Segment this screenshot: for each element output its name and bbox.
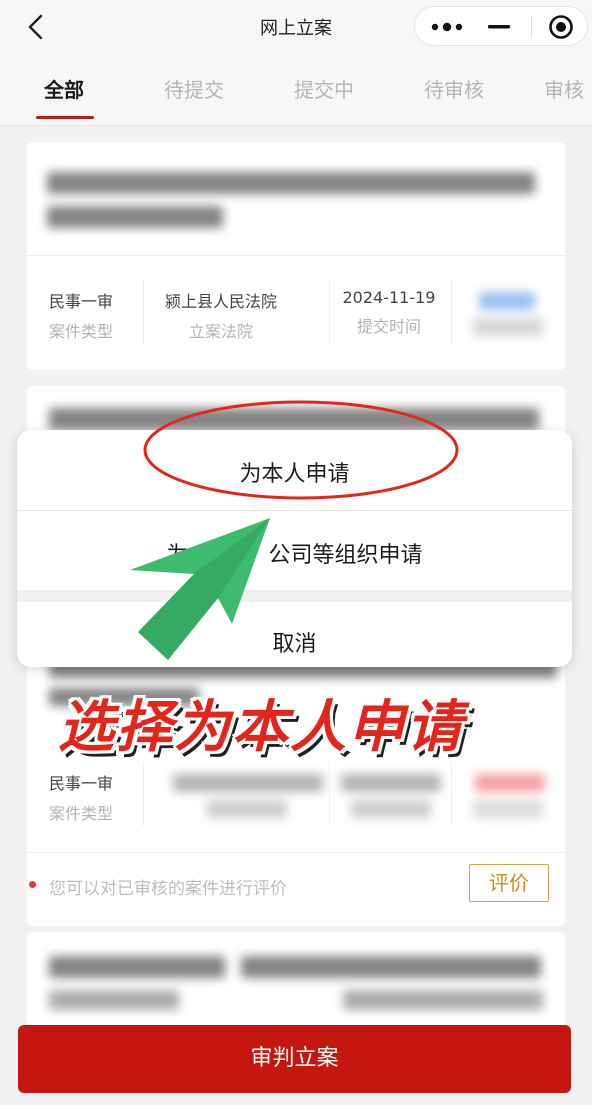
trial-filing-button[interactable]: 审判立案 [18, 1025, 571, 1093]
column-divider [143, 762, 144, 826]
blurred-submit-time [341, 774, 441, 792]
more-dots-icon[interactable] [419, 7, 475, 47]
blurred-review-result [475, 774, 545, 792]
minimize-icon[interactable] [471, 7, 527, 47]
submit-time-value: 2024-11-19 [342, 288, 436, 307]
blurred-case-title [49, 956, 225, 978]
case-info-row: 民事一审 案件类型 [27, 762, 565, 834]
sheet-gap [17, 590, 572, 602]
blurred-case-title [241, 956, 541, 978]
highlight-circle-annotation [143, 400, 459, 500]
mini-program-capsule [414, 6, 588, 46]
screen: 网上立案 全部 待提交 提交中 待审核 审核 民事一审 案件类型 颍上县人民法院… [0, 0, 592, 1105]
blurred-case-title-line2 [343, 990, 543, 1010]
court-column: 颍上县人民法院 立案法院 [161, 288, 281, 342]
case-info-row: 民事一审 案件类型 颍上县人民法院 立案法院 2024-11-19 提交时间 [27, 280, 565, 352]
submit-time-label: 提交时间 [356, 317, 421, 336]
case-type-label: 案件类型 [49, 804, 114, 823]
tab-pending-review[interactable]: 待审核 [424, 74, 484, 103]
column-divider [451, 762, 452, 826]
evaluate-button[interactable]: 评价 [469, 864, 549, 902]
blurred-review-result [479, 292, 535, 310]
status-tabs: 全部 待提交 提交中 待审核 审核 [0, 56, 592, 126]
blurred-court [173, 774, 323, 792]
tab-reviewed[interactable]: 审核 [544, 74, 584, 103]
green-arrow-icon [130, 518, 270, 660]
tab-submitting[interactable]: 提交中 [294, 74, 354, 103]
court-label: 立案法院 [188, 322, 253, 341]
case-type-column: 民事一审 案件类型 [49, 770, 169, 824]
column-divider [143, 280, 144, 344]
column-divider [451, 280, 452, 344]
blurred-review-label [473, 800, 543, 818]
blurred-submit-label [351, 800, 431, 818]
case-type-value: 民事一审 [49, 774, 114, 793]
case-type-value: 民事一审 [49, 292, 114, 311]
close-circle-icon[interactable] [533, 7, 589, 47]
evaluation-hint: 您可以对已审核的案件进行评价 [49, 879, 287, 899]
instruction-caption: 选择为本人申请 [58, 695, 464, 760]
column-divider [329, 762, 330, 826]
case-card[interactable]: 民事一审 案件类型 颍上县人民法院 立案法院 2024-11-19 提交时间 [27, 142, 565, 370]
case-type-label: 案件类型 [49, 322, 114, 341]
active-tab-indicator [36, 116, 94, 119]
court-value: 颍上县人民法院 [164, 292, 277, 311]
blurred-case-title-line2 [49, 990, 179, 1010]
apply-for-organization-label-tail: 公司等组织申请 [268, 543, 423, 568]
apply-for-organization-option[interactable]: 为公司等组织申请 [17, 537, 572, 569]
hint-dot-icon [29, 881, 36, 888]
case-type-column: 民事一审 案件类型 [49, 288, 169, 342]
blurred-review-label [473, 318, 543, 336]
navigation-bar: 网上立案 [0, 0, 592, 56]
sheet-divider [17, 510, 572, 511]
evaluation-row: 您可以对已审核的案件进行评价 评价 [27, 852, 565, 918]
tab-all[interactable]: 全部 [44, 74, 84, 103]
blurred-case-title [47, 172, 535, 194]
blurred-court-label [207, 800, 287, 818]
submit-time-column: 2024-11-19 提交时间 [329, 288, 449, 337]
blurred-case-title-line2 [47, 206, 223, 228]
card-divider [27, 255, 565, 256]
tab-pending-submit[interactable]: 待提交 [164, 74, 224, 103]
cancel-option[interactable]: 取消 [17, 626, 572, 658]
capsule-divider [531, 17, 532, 37]
